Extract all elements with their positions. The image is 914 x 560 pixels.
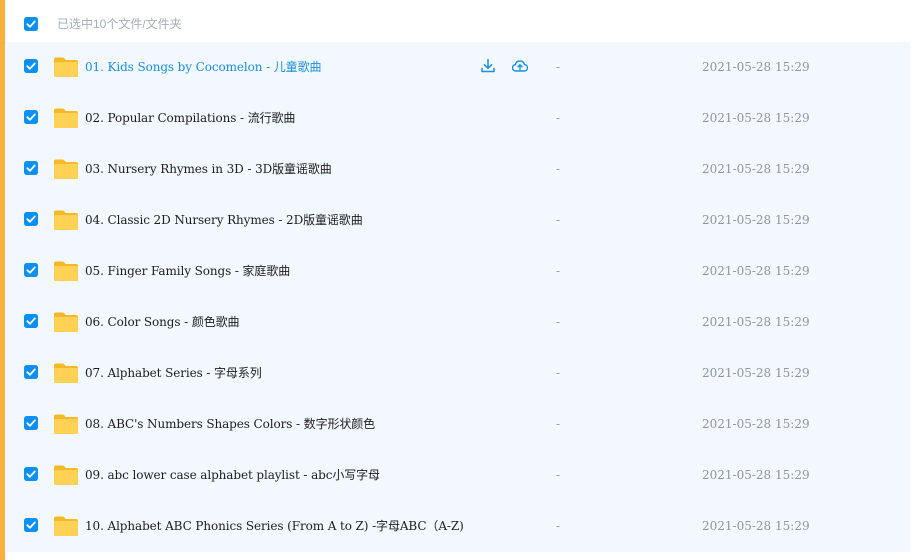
row-checkbox[interactable] <box>24 467 38 481</box>
folder-icon <box>53 107 79 129</box>
check-icon <box>24 59 38 73</box>
file-size: - <box>556 162 561 176</box>
check-icon <box>24 263 38 277</box>
file-row[interactable]: 10. Alphabet ABC Phonics Series (From A … <box>5 501 910 552</box>
file-name-link[interactable]: 04. Classic 2D Nursery Rhymes - 2D版童谣歌曲 <box>85 212 363 228</box>
file-name-link[interactable]: 01. Kids Songs by Cocomelon - 儿童歌曲 <box>85 59 321 75</box>
file-name-link[interactable]: 07. Alphabet Series - 字母系列 <box>85 365 262 381</box>
file-name-link[interactable]: 05. Finger Family Songs - 家庭歌曲 <box>85 263 290 279</box>
file-size: - <box>556 264 561 278</box>
row-checkbox[interactable] <box>24 365 38 379</box>
file-size: - <box>556 366 561 380</box>
file-row[interactable]: 04. Classic 2D Nursery Rhymes - 2D版童谣歌曲 … <box>5 195 910 246</box>
file-list-page: 已选中10个文件/文件夹 01. Kids Songs by Cocomelon… <box>0 0 914 560</box>
file-name-link[interactable]: 09. abc lower case alphabet playlist - a… <box>85 467 380 483</box>
file-name-link[interactable]: 02. Popular Compilations - 流行歌曲 <box>85 110 295 126</box>
file-modified-date: 2021-05-28 15:29 <box>702 366 810 380</box>
cloud-save-icon[interactable] <box>511 57 529 75</box>
check-icon <box>24 161 38 175</box>
select-all-checkbox[interactable] <box>24 17 38 31</box>
file-modified-date: 2021-05-28 15:29 <box>702 213 810 227</box>
check-icon <box>24 212 38 226</box>
selection-count-text: 已选中10个文件/文件夹 <box>57 17 182 31</box>
folder-icon <box>53 56 79 78</box>
file-row[interactable]: 01. Kids Songs by Cocomelon - 儿童歌曲 - 202… <box>5 42 910 93</box>
file-name-link[interactable]: 10. Alphabet ABC Phonics Series (From A … <box>85 518 464 534</box>
check-icon <box>24 110 38 124</box>
folder-icon <box>53 311 79 333</box>
folder-icon <box>53 158 79 180</box>
file-modified-date: 2021-05-28 15:29 <box>702 264 810 278</box>
row-checkbox[interactable] <box>24 314 38 328</box>
file-modified-date: 2021-05-28 15:29 <box>702 417 810 431</box>
file-row[interactable]: 02. Popular Compilations - 流行歌曲 - 2021-0… <box>5 93 910 144</box>
folder-icon <box>53 209 79 231</box>
folder-icon <box>53 515 79 537</box>
file-size: - <box>556 315 561 329</box>
file-name-link[interactable]: 03. Nursery Rhymes in 3D - 3D版童谣歌曲 <box>85 161 332 177</box>
row-checkbox[interactable] <box>24 263 38 277</box>
file-row[interactable]: 09. abc lower case alphabet playlist - a… <box>5 450 910 501</box>
row-checkbox[interactable] <box>24 416 38 430</box>
file-size: - <box>556 417 561 431</box>
file-size: - <box>556 111 561 125</box>
folder-icon <box>53 413 79 435</box>
file-row[interactable]: 03. Nursery Rhymes in 3D - 3D版童谣歌曲 - 202… <box>5 144 910 195</box>
row-actions <box>479 57 529 75</box>
file-row[interactable]: 07. Alphabet Series - 字母系列 - 2021-05-28 … <box>5 348 910 399</box>
download-icon[interactable] <box>479 57 497 75</box>
file-row[interactable]: 06. Color Songs - 颜色歌曲 - 2021-05-28 15:2… <box>5 297 910 348</box>
row-checkbox[interactable] <box>24 110 38 124</box>
row-checkbox[interactable] <box>24 161 38 175</box>
check-icon <box>24 314 38 328</box>
check-icon <box>24 17 38 31</box>
file-row[interactable]: 05. Finger Family Songs - 家庭歌曲 - 2021-05… <box>5 246 910 297</box>
file-size: - <box>556 519 561 533</box>
file-row[interactable]: 08. ABC's Numbers Shapes Colors - 数字形状颜色… <box>5 399 910 450</box>
row-checkbox[interactable] <box>24 59 38 73</box>
row-checkbox[interactable] <box>24 212 38 226</box>
file-modified-date: 2021-05-28 15:29 <box>702 468 810 482</box>
check-icon <box>24 518 38 532</box>
folder-icon <box>53 362 79 384</box>
file-modified-date: 2021-05-28 15:29 <box>702 162 810 176</box>
file-name-link[interactable]: 08. ABC's Numbers Shapes Colors - 数字形状颜色 <box>85 416 375 432</box>
file-size: - <box>556 468 561 482</box>
row-checkbox[interactable] <box>24 518 38 532</box>
check-icon <box>24 416 38 430</box>
check-icon <box>24 365 38 379</box>
file-modified-date: 2021-05-28 15:29 <box>702 315 810 329</box>
file-size: - <box>556 60 561 74</box>
selection-header: 已选中10个文件/文件夹 <box>5 0 914 42</box>
file-name-link[interactable]: 06. Color Songs - 颜色歌曲 <box>85 314 240 330</box>
check-icon <box>24 467 38 481</box>
file-modified-date: 2021-05-28 15:29 <box>702 60 810 74</box>
folder-icon <box>53 260 79 282</box>
file-modified-date: 2021-05-28 15:29 <box>702 111 810 125</box>
file-modified-date: 2021-05-28 15:29 <box>702 519 810 533</box>
folder-icon <box>53 464 79 486</box>
file-size: - <box>556 213 561 227</box>
file-list: 01. Kids Songs by Cocomelon - 儿童歌曲 - 202… <box>5 42 914 560</box>
